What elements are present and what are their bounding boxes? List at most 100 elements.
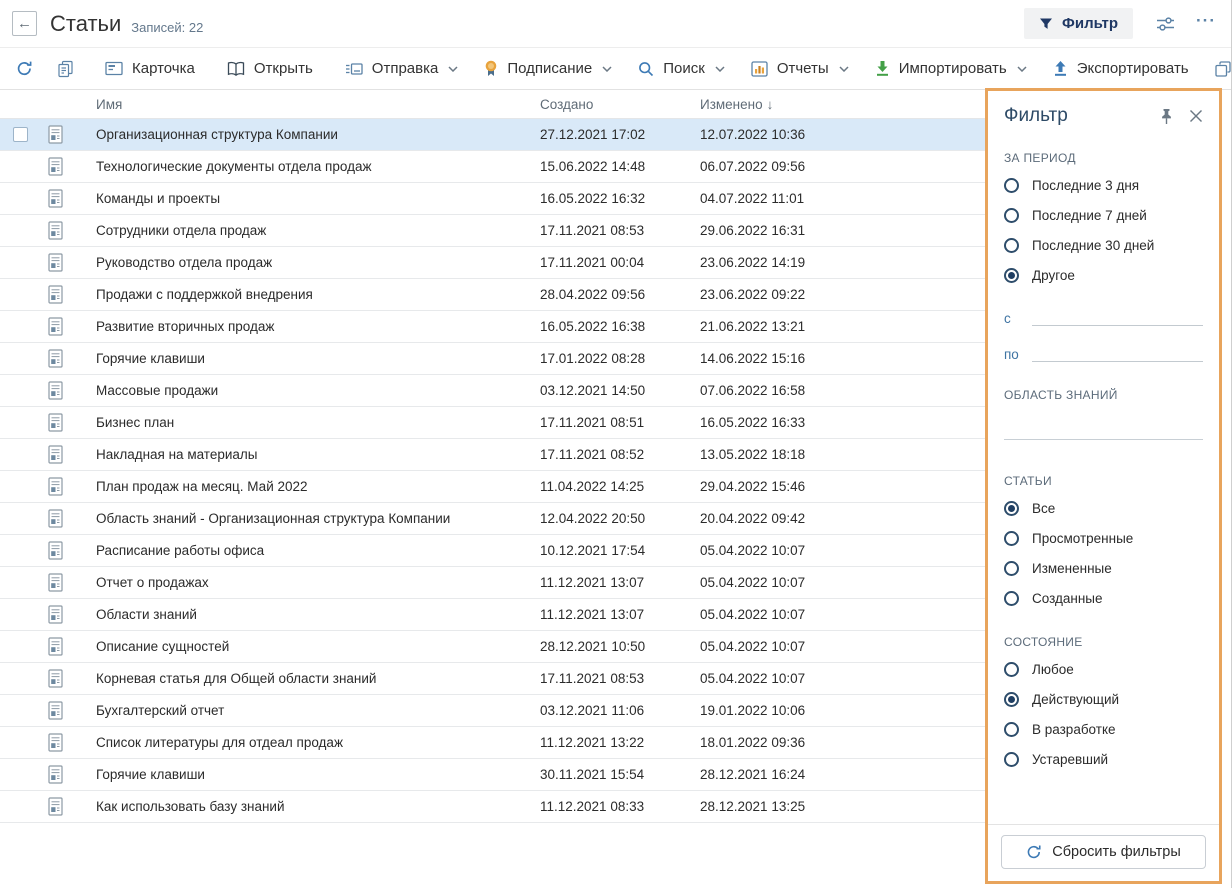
radio-icon[interactable] xyxy=(1004,722,1019,737)
table-row[interactable]: Бизнес план 17.11.2021 08:51 16.05.2022 … xyxy=(0,407,985,439)
column-header-modified[interactable]: Изменено↓ xyxy=(700,97,985,112)
row-name: Бизнес план xyxy=(72,415,540,430)
table-row[interactable]: Массовые продажи 03.12.2021 14:50 07.06.… xyxy=(0,375,985,407)
filter-radio-option[interactable]: Измененные xyxy=(1004,553,1203,583)
row-name: Продажи с поддержкой внедрения xyxy=(72,287,540,302)
radio-icon[interactable] xyxy=(1004,531,1019,546)
table-row[interactable]: Отчет о продажах 11.12.2021 13:07 05.04.… xyxy=(0,567,985,599)
radio-option-label: Другое xyxy=(1032,268,1075,283)
document-icon xyxy=(48,445,63,464)
import-button[interactable]: Импортировать xyxy=(862,48,1040,89)
table-row[interactable]: Список литературы для отдеал продаж 11.1… xyxy=(0,727,985,759)
more-menu-icon[interactable]: ··· xyxy=(1196,12,1216,35)
document-icon xyxy=(48,509,63,528)
radio-option-label: Последние 7 дней xyxy=(1032,208,1147,223)
table-row[interactable]: Области знаний 11.12.2021 13:07 05.04.20… xyxy=(0,599,985,631)
export-button[interactable]: Экспортировать xyxy=(1040,48,1202,89)
view-settings-icon[interactable] xyxy=(1155,14,1176,34)
filter-radio-option[interactable]: Действующий xyxy=(1004,684,1203,714)
filter-radio-option[interactable]: Последние 7 дней xyxy=(1004,200,1203,230)
filter-radio-option[interactable]: Созданные xyxy=(1004,583,1203,613)
table-row[interactable]: План продаж на месяц. Май 2022 11.04.202… xyxy=(0,471,985,503)
filter-radio-option[interactable]: Другое xyxy=(1004,260,1203,290)
date-from-input[interactable] xyxy=(1032,304,1203,326)
radio-icon[interactable] xyxy=(1004,662,1019,677)
card-icon xyxy=(105,61,123,76)
radio-icon[interactable] xyxy=(1004,238,1019,253)
row-name: Список литературы для отдеал продаж xyxy=(72,735,540,750)
table-row[interactable]: Технологические документы отдела продаж … xyxy=(0,151,985,183)
filter-radio-option[interactable]: Последние 30 дней xyxy=(1004,230,1203,260)
filter-radio-option[interactable]: Последние 3 дня xyxy=(1004,170,1203,200)
radio-icon[interactable] xyxy=(1004,591,1019,606)
row-name: Сотрудники отдела продаж xyxy=(72,223,540,238)
table-row[interactable]: Команды и проекты 16.05.2022 16:32 04.07… xyxy=(0,183,985,215)
row-created: 28.12.2021 10:50 xyxy=(540,639,700,654)
row-modified: 12.07.2022 10:36 xyxy=(700,127,985,142)
table-row[interactable]: Корневая статья для Общей области знаний… xyxy=(0,663,985,695)
table-row[interactable]: Горячие клавиши 30.11.2021 15:54 28.12.2… xyxy=(0,759,985,791)
table-row[interactable]: Бухгалтерский отчет 03.12.2021 11:06 19.… xyxy=(0,695,985,727)
date-to-input[interactable] xyxy=(1032,340,1203,362)
table-row[interactable]: Накладная на материалы 17.11.2021 08:52 … xyxy=(0,439,985,471)
back-button[interactable]: ← xyxy=(12,11,37,36)
search-button[interactable]: Поиск xyxy=(625,48,738,89)
create-copy-button[interactable]: Создать копию xyxy=(1202,48,1232,89)
table-row[interactable]: Как использовать базу знаний 11.12.2021 … xyxy=(0,791,985,823)
radio-icon[interactable] xyxy=(1004,752,1019,767)
table-row[interactable]: Область знаний - Организационная структу… xyxy=(0,503,985,535)
date-from-label: с xyxy=(1004,311,1032,326)
row-modified: 05.04.2022 10:07 xyxy=(700,575,985,590)
radio-icon[interactable] xyxy=(1004,268,1019,283)
filter-radio-option[interactable]: Все xyxy=(1004,493,1203,523)
table-row[interactable]: Описание сущностей 28.12.2021 10:50 05.0… xyxy=(0,631,985,663)
filter-radio-option[interactable]: Устаревший xyxy=(1004,744,1203,774)
document-icon xyxy=(48,477,63,496)
radio-icon[interactable] xyxy=(1004,561,1019,576)
send-button[interactable]: Отправка xyxy=(332,48,472,89)
open-button[interactable]: Открыть xyxy=(214,48,326,89)
table-row[interactable]: Развитие вторичных продаж 16.05.2022 16:… xyxy=(0,311,985,343)
table-row[interactable]: Руководство отдела продаж 17.11.2021 00:… xyxy=(0,247,985,279)
signing-button[interactable]: Подписание xyxy=(471,48,625,89)
row-created: 17.11.2021 00:04 xyxy=(540,255,700,270)
refresh-icon xyxy=(16,60,33,77)
search-icon xyxy=(638,61,654,77)
radio-icon[interactable] xyxy=(1004,208,1019,223)
table-row[interactable]: Организационная структура Компании 27.12… xyxy=(0,119,985,151)
refresh-button[interactable] xyxy=(4,48,45,89)
state-section-label: СОСТОЯНИЕ xyxy=(1004,635,1203,649)
filter-panel-footer: Сбросить фильтры xyxy=(988,824,1219,881)
column-header-name[interactable]: Имя xyxy=(72,97,540,112)
row-modified: 20.04.2022 09:42 xyxy=(700,511,985,526)
filter-radio-option[interactable]: Любое xyxy=(1004,654,1203,684)
row-modified: 07.06.2022 16:58 xyxy=(700,383,985,398)
row-checkbox[interactable] xyxy=(13,127,28,142)
table-row[interactable]: Горячие клавиши 17.01.2022 08:28 14.06.2… xyxy=(0,343,985,375)
radio-icon[interactable] xyxy=(1004,178,1019,193)
send-icon xyxy=(345,62,363,76)
column-header-created[interactable]: Создано xyxy=(540,97,700,112)
filter-radio-option[interactable]: Просмотренные xyxy=(1004,523,1203,553)
row-modified: 05.04.2022 10:07 xyxy=(700,607,985,622)
knowledge-area-input[interactable] xyxy=(1004,408,1203,440)
radio-option-label: Созданные xyxy=(1032,591,1103,606)
table-row[interactable]: Продажи с поддержкой внедрения 28.04.202… xyxy=(0,279,985,311)
filter-radio-option[interactable]: В разработке xyxy=(1004,714,1203,744)
copy-button[interactable] xyxy=(45,48,86,89)
radio-icon[interactable] xyxy=(1004,692,1019,707)
pin-icon[interactable] xyxy=(1159,108,1174,125)
table-row[interactable]: Расписание работы офиса 10.12.2021 17:54… xyxy=(0,535,985,567)
close-icon[interactable] xyxy=(1189,109,1203,123)
reports-button[interactable]: Отчеты xyxy=(738,48,862,89)
row-name: Как использовать базу знаний xyxy=(72,799,540,814)
reports-button-label: Отчеты xyxy=(777,60,829,77)
card-button[interactable]: Карточка xyxy=(92,48,208,89)
document-icon xyxy=(48,637,63,656)
radio-icon[interactable] xyxy=(1004,501,1019,516)
reset-filters-button[interactable]: Сбросить фильтры xyxy=(1001,835,1206,869)
table-row[interactable]: Сотрудники отдела продаж 17.11.2021 08:5… xyxy=(0,215,985,247)
filter-button[interactable]: Фильтр xyxy=(1024,8,1133,39)
back-arrow-icon: ← xyxy=(17,15,32,32)
document-icon xyxy=(48,733,63,752)
